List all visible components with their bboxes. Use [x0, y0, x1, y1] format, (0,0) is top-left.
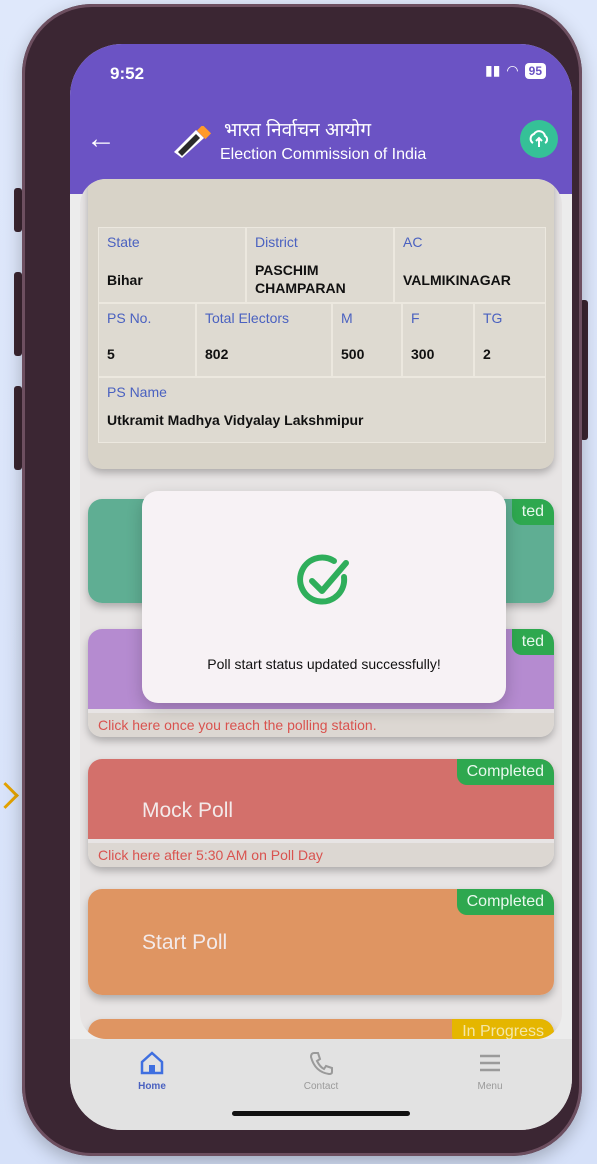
district-value-line2: CHAMPARAN — [255, 280, 346, 296]
m-value: 500 — [341, 346, 365, 362]
tile-title: Mock Poll — [142, 799, 234, 822]
ac-label: AC — [403, 234, 423, 250]
status-badge: Completed — [456, 889, 554, 915]
nav-home-label: Home — [138, 1081, 166, 1092]
success-modal: Poll start status updated successfully! — [142, 491, 506, 703]
nav-home[interactable]: Home — [112, 1049, 192, 1092]
back-arrow-icon[interactable]: ← — [86, 124, 116, 154]
total-electors-cell: Total Electors 802 — [196, 303, 332, 377]
app-header: 9:52 ▮▮ ◠ 95 ← भारत निर्वाचन आयोग Electi… — [70, 44, 572, 194]
header-title-english: Election Commission of India — [220, 146, 427, 163]
district-cell: District PASCHIM CHAMPARAN — [246, 227, 394, 303]
home-indicator[interactable] — [232, 1111, 410, 1116]
ac-value: VALMIKINAGAR — [403, 272, 511, 288]
task-tile-5[interactable]: In Progress — [88, 1019, 554, 1039]
home-icon — [140, 1051, 164, 1075]
tile-hint: Click here after 5:30 AM on Poll Day — [88, 843, 554, 867]
header-title-hindi: भारत निर्वाचन आयोग — [224, 120, 372, 141]
status-badge: Completed — [456, 759, 554, 785]
state-label: State — [107, 234, 140, 250]
cloud-sync-button[interactable] — [520, 120, 558, 158]
tile-title: Start Poll — [142, 931, 228, 954]
nav-contact-label: Contact — [303, 1081, 339, 1092]
ps-no-value: 5 — [107, 346, 115, 362]
state-cell: State Bihar — [98, 227, 246, 303]
female-cell: F 300 — [402, 303, 474, 377]
f-value: 300 — [411, 346, 435, 362]
eci-logo-icon — [174, 126, 212, 158]
wifi-icon: ◠ — [506, 62, 519, 78]
check-circle-icon — [297, 554, 349, 605]
side-button-volume-down — [14, 386, 22, 470]
nav-contact[interactable]: Contact — [281, 1049, 361, 1092]
nav-menu-label: Menu — [477, 1081, 503, 1092]
ps-no-cell: PS No. 5 — [98, 303, 196, 377]
ps-name-label: PS Name — [107, 384, 167, 400]
male-cell: M 500 — [332, 303, 402, 377]
tg-value: 2 — [483, 346, 491, 362]
f-label: F — [411, 310, 420, 326]
district-label: District — [255, 234, 298, 250]
side-button-mute — [14, 188, 22, 232]
tile-hint: Click here once you reach the polling st… — [88, 713, 554, 737]
m-label: M — [341, 310, 353, 326]
total-electors-label: Total Electors — [205, 310, 290, 326]
cloud-sync-icon — [529, 130, 549, 147]
modal-message: Poll start status updated successfully! — [207, 656, 441, 672]
mock-poll-tile[interactable]: Mock Poll Completed Click here after 5:3… — [88, 759, 554, 867]
status-badge: ted — [511, 499, 554, 525]
district-value-line1: PASCHIM — [255, 262, 319, 278]
battery-icon: 95 — [524, 62, 546, 79]
bottom-nav: Home Contact Menu — [70, 1039, 572, 1130]
side-button-volume-up — [14, 272, 22, 356]
status-icons: ▮▮ ◠ 95 — [485, 62, 546, 79]
start-poll-tile[interactable]: Start Poll Completed — [88, 889, 554, 995]
nav-menu[interactable]: Menu — [450, 1049, 530, 1092]
signal-icon: ▮▮ — [485, 62, 501, 78]
phone-screen: 9:52 ▮▮ ◠ 95 ← भारत निर्वाचन आयोग Electi… — [70, 44, 572, 1130]
total-electors-value: 802 — [205, 346, 229, 362]
pointer-arrow — [0, 782, 19, 809]
ps-name-value: Utkramit Madhya Vidyalay Lakshmipur — [107, 412, 364, 428]
menu-icon — [480, 1054, 500, 1072]
status-badge: ted — [511, 629, 554, 655]
ac-cell: AC VALMIKINAGAR — [394, 227, 546, 303]
tg-cell: TG 2 — [474, 303, 546, 377]
phone-icon — [309, 1052, 333, 1076]
polling-station-info-card: State Bihar District PASCHIM CHAMPARAN A… — [88, 179, 554, 469]
ps-name-cell: PS Name Utkramit Madhya Vidyalay Lakshmi… — [98, 377, 546, 443]
tg-label: TG — [483, 310, 503, 326]
phone-frame: 9:52 ▮▮ ◠ 95 ← भारत निर्वाचन आयोग Electi… — [22, 4, 582, 1156]
status-time: 9:52 — [110, 64, 145, 83]
state-value: Bihar — [107, 272, 143, 288]
status-badge: In Progress — [452, 1019, 554, 1039]
ps-no-label: PS No. — [107, 310, 152, 326]
